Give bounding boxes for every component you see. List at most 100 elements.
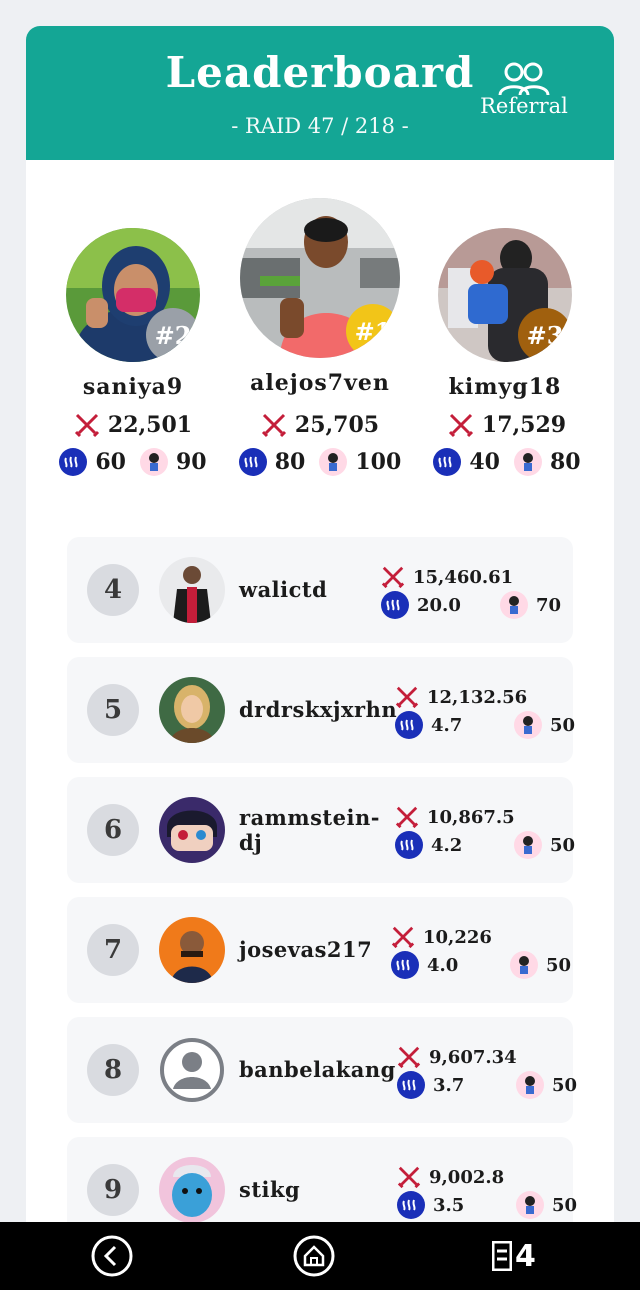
cards-value: 80 (550, 449, 581, 475)
tab-switcher-icon (492, 1241, 512, 1271)
steem-icon (433, 448, 462, 476)
steem-icon (381, 591, 409, 619)
rank-number: 5 (87, 684, 139, 736)
rank-badge: #1 (346, 304, 400, 358)
avatar (159, 1157, 225, 1223)
referral-label: Referral (480, 94, 568, 118)
crossed-swords-icon (74, 413, 99, 438)
rank-number: 4 (87, 564, 139, 616)
player-stats: 12,132.56 4.7 50 (395, 683, 585, 739)
score-value: 17,529 (481, 412, 567, 438)
home-button[interactable] (292, 1234, 336, 1278)
steem-value: 60 (95, 449, 126, 475)
leaderboard-row[interactable]: 6 rammstein-dj 10,867.5 4.2 50 (67, 777, 575, 883)
character-card-icon (514, 448, 542, 476)
rank-badge: #2 (146, 308, 200, 362)
leaderboard-row[interactable]: 7 josevas217 10,226 4.0 50 (67, 897, 573, 1003)
player-name: banbelakang (239, 1057, 396, 1083)
steem-value: 80 (274, 449, 306, 475)
leaderboard-header: Leaderboard - RAID 47 / 218 - Referral (26, 26, 614, 160)
score-value: 12,132.56 (427, 686, 528, 708)
character-card-icon (515, 1071, 544, 1099)
crossed-swords-icon (448, 413, 473, 438)
steem-value: 4.0 (427, 954, 459, 976)
podium: #2 saniya9 #1 alejos7ven #3 kimyg18 22,5… (26, 196, 614, 526)
score-value: 22,501 (107, 412, 193, 438)
avatar (159, 677, 225, 743)
score-value: 9,002.8 (429, 1166, 505, 1188)
player-name: josevas217 (239, 937, 373, 963)
cards-value: 50 (545, 954, 571, 976)
leaderboard-card: Leaderboard - RAID 47 / 218 - Referral #… (26, 26, 614, 1266)
score-value: 15,460.61 (413, 566, 514, 588)
crossed-swords-icon (391, 926, 415, 949)
character-card-icon (499, 591, 528, 619)
steem-value: 4.2 (431, 834, 463, 856)
podium-stats-third: 17,529 40 80 (422, 412, 592, 476)
player-stats: 15,460.61 20.0 70 (381, 563, 571, 619)
crossed-swords-icon (261, 413, 286, 438)
tab-switcher-button[interactable]: 4 (492, 1234, 552, 1278)
player-name: walictd (239, 577, 328, 603)
steem-value: 4.7 (431, 714, 463, 736)
podium-second[interactable]: #2 saniya9 (58, 228, 208, 400)
podium-third[interactable]: #3 kimyg18 (430, 228, 580, 400)
avatar: #1 (240, 198, 400, 358)
podium-stats-second: 22,501 60 90 (48, 412, 218, 476)
character-card-icon (509, 951, 538, 979)
player-stats: 10,226 4.0 50 (391, 923, 581, 979)
rank-number: 6 (87, 804, 139, 856)
player-stats: 9,607.34 3.7 50 (397, 1043, 587, 1099)
steem-icon (397, 1071, 425, 1099)
steem-icon (395, 711, 423, 739)
character-card-icon (319, 448, 348, 476)
avatar (159, 557, 225, 623)
character-card-icon (513, 831, 542, 859)
player-name: alejos7ven (250, 370, 390, 396)
back-button[interactable] (90, 1234, 134, 1278)
steem-icon (395, 831, 423, 859)
character-card-icon (515, 1191, 544, 1219)
steem-icon (238, 448, 267, 476)
rank-number: 8 (87, 1044, 139, 1096)
podium-stats-first: 25,705 80 100 (235, 412, 405, 476)
crossed-swords-icon (397, 1046, 421, 1069)
back-arrow-icon (91, 1235, 133, 1277)
cards-value: 50 (551, 1194, 577, 1216)
steem-value: 3.7 (433, 1074, 465, 1096)
score-value: 9,607.34 (429, 1046, 517, 1068)
tab-count: 4 (515, 1238, 536, 1274)
podium-first[interactable]: #1 alejos7ven (240, 198, 400, 396)
steem-value: 20.0 (417, 594, 461, 616)
users-icon (498, 62, 550, 96)
crossed-swords-icon (395, 806, 419, 829)
character-card-icon (513, 711, 542, 739)
leaderboard-row[interactable]: 5 drdrskxjxrhn 12,132.56 4.7 50 (67, 657, 575, 763)
avatar (159, 797, 225, 863)
player-stats: 10,867.5 4.2 50 (395, 803, 585, 859)
steem-value: 3.5 (433, 1194, 465, 1216)
player-name: saniya9 (82, 374, 184, 400)
steem-icon (391, 951, 419, 979)
score-value: 10,226 (423, 926, 492, 948)
cards-value: 90 (176, 449, 207, 475)
cards-value: 50 (551, 1074, 577, 1096)
leaderboard-row[interactable]: 8 banbelakang 9,607.34 3.7 50 (67, 1017, 577, 1123)
rank-number: 7 (87, 924, 139, 976)
player-name: drdrskxjxrhn (239, 697, 398, 723)
referral-button[interactable]: Referral (474, 62, 574, 118)
score-value: 25,705 (294, 412, 380, 438)
cards-value: 50 (549, 834, 575, 856)
steem-value: 40 (469, 449, 500, 475)
cards-value: 50 (549, 714, 575, 736)
crossed-swords-icon (381, 566, 405, 589)
home-icon (293, 1235, 335, 1277)
player-name: rammstein-dj (239, 804, 380, 855)
avatar: #3 (438, 228, 572, 362)
avatar (159, 917, 225, 983)
character-card-icon (140, 448, 168, 476)
system-navigation-bar: 4 (0, 1222, 640, 1290)
steem-icon (59, 448, 88, 476)
leaderboard-row[interactable]: 4 walictd 15,460.61 20.0 70 (67, 537, 573, 643)
avatar: #2 (66, 228, 200, 362)
